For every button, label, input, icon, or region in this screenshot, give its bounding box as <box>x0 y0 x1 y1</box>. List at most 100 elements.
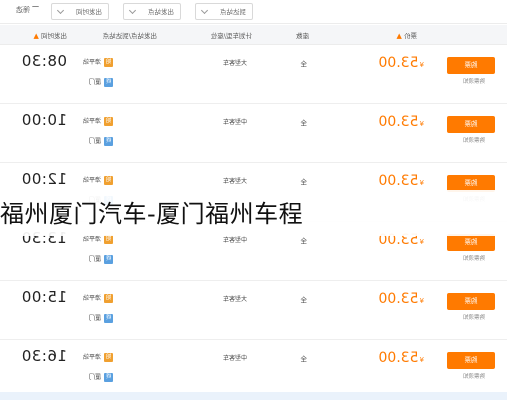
buy-ticket-button[interactable]: 购票 <box>447 293 495 310</box>
filter-icon <box>32 6 39 12</box>
table-row: 08:30 始漳平站终厦门 大型客车 全 ¥53.00 购票购票须知 <box>0 46 507 104</box>
chevron-down-icon <box>56 6 65 15</box>
departure-time: 15:00 <box>21 288 67 306</box>
start-station-icon: 始 <box>104 117 113 126</box>
ticket-price: ¥53.00 <box>378 55 424 71</box>
departure-station-label: 漳平站 <box>82 177 101 184</box>
arrival-station-label: 厦门 <box>88 79 101 86</box>
start-station-icon: 始 <box>104 235 113 244</box>
header-price-label: 票价 <box>404 32 417 40</box>
filter-arrival-station[interactable]: 到达站点 <box>195 3 253 20</box>
table-row: 15:00 始漳平站 终厦门 大型客车 全 ¥53.00 购票 购票须知 <box>0 282 507 340</box>
buy-ticket-button[interactable]: 购票 <box>447 116 495 133</box>
filter-departure-time[interactable]: 出发时间 <box>51 3 109 20</box>
bus-model: 中型客车 <box>222 355 247 362</box>
end-station-icon: 终 <box>104 314 113 323</box>
arrival-station: 终厦门 <box>89 313 113 323</box>
seat-status: 全 <box>300 355 308 363</box>
arrival-station-label: 厦门 <box>88 256 101 263</box>
start-station-icon: 始 <box>104 294 113 303</box>
table-header: 出发时间 ▲ 出发站点/到达站点 计划车型/座位 座数 票价 ▲ <box>0 25 507 45</box>
seat-status: 全 <box>300 296 308 304</box>
arrival-station-label: 厦门 <box>88 138 101 145</box>
overlay-caption: 福州厦门汽车-厦门福州车程 <box>0 190 507 236</box>
ticket-notice-link[interactable]: 购票须知 <box>463 313 485 321</box>
buy-ticket-button[interactable]: 购票 <box>447 57 495 74</box>
sort-up-icon: ▲ <box>396 32 402 40</box>
price-value: 53.00 <box>378 55 419 71</box>
departure-time: 12:00 <box>21 170 67 188</box>
end-station-icon: 终 <box>104 255 113 264</box>
arrival-station: 终厦门 <box>89 136 113 146</box>
ticket-notice-link[interactable]: 购票须知 <box>463 372 485 380</box>
sort-up-icon: ▲ <box>33 32 39 40</box>
start-station-icon: 始 <box>104 176 113 185</box>
end-station-icon: 终 <box>104 78 113 87</box>
filter-button-label: 筛选 <box>16 6 30 14</box>
bus-model: 大型客车 <box>222 296 247 303</box>
currency-symbol: ¥ <box>419 179 424 187</box>
ticket-notice-link[interactable]: 购票须知 <box>463 254 485 262</box>
table-row: 10:00 始漳平站终厦门 中型客车 全 ¥53.00 购票购票须知 <box>0 105 507 163</box>
header-departure-label: 出发时间 <box>41 32 67 40</box>
ticket-notice-link[interactable]: 购票须知 <box>463 136 485 144</box>
ticket-price: ¥53.00 <box>378 291 424 307</box>
departure-station: 始漳平站 <box>83 116 113 126</box>
table-row: 16:30 始漳平站终厦门 中型客车 全 ¥53.00 购票购票须知 <box>0 341 507 399</box>
ticket-price: ¥53.00 <box>378 114 424 130</box>
header-stations: 出发站点/到达站点 <box>102 32 157 40</box>
filter-departure-station[interactable]: 出发站点 <box>123 3 181 20</box>
filter-label: 出发站点 <box>148 8 174 16</box>
ticket-notice-link[interactable]: 购票须知 <box>463 77 485 85</box>
header-seats: 座数 <box>296 32 309 40</box>
departure-time: 10:00 <box>21 111 67 129</box>
arrival-station: 终厦门 <box>89 372 113 382</box>
price-value: 53.00 <box>378 350 419 366</box>
buy-ticket-button[interactable]: 购票 <box>447 234 495 251</box>
bottom-strip <box>0 392 507 400</box>
seat-status: 全 <box>300 178 308 186</box>
arrival-station-label: 厦门 <box>88 315 101 322</box>
chevron-down-icon <box>128 6 137 15</box>
end-station-icon: 终 <box>104 137 113 146</box>
caption-text: 福州厦门汽车-厦门福州车程 <box>0 200 304 228</box>
arrival-station-label: 厦门 <box>88 374 101 381</box>
ticket-price: ¥53.00 <box>378 173 424 189</box>
buy-ticket-button[interactable]: 购票 <box>447 352 495 369</box>
price-value: 53.00 <box>378 291 419 307</box>
departure-station: 始漳平站 <box>83 57 113 67</box>
departure-station: 始漳平站 <box>83 352 113 362</box>
filter-label: 到达站点 <box>220 8 246 16</box>
price-value: 53.00 <box>378 173 419 189</box>
chevron-down-icon <box>200 6 209 15</box>
start-station-icon: 始 <box>104 58 113 67</box>
departure-station-label: 漳平站 <box>82 118 101 125</box>
currency-symbol: ¥ <box>419 61 424 69</box>
bus-model: 大型客车 <box>222 178 247 185</box>
currency-symbol: ¥ <box>419 238 424 246</box>
bus-model: 中型客车 <box>222 237 247 244</box>
departure-station-label: 漳平站 <box>82 354 101 361</box>
departure-time: 08:30 <box>21 52 67 70</box>
seat-status: 全 <box>300 60 308 68</box>
currency-symbol: ¥ <box>419 120 424 128</box>
arrival-station: 终厦门 <box>89 77 113 87</box>
currency-symbol: ¥ <box>419 356 424 364</box>
header-price[interactable]: 票价 ▲ <box>397 30 417 40</box>
arrival-station: 终厦门 <box>89 254 113 264</box>
seat-status: 全 <box>300 119 308 127</box>
departure-station: 始漳平站 <box>83 175 113 185</box>
bus-model: 大型客车 <box>222 60 247 67</box>
departure-station-label: 漳平站 <box>82 59 101 66</box>
bus-model: 中型客车 <box>222 119 247 126</box>
end-station-icon: 终 <box>104 373 113 382</box>
departure-time: 16:30 <box>21 347 67 365</box>
filter-bar: 出发时间 出发站点 到达站点 筛选 <box>0 0 507 24</box>
header-bus-model: 计划车型/座位 <box>210 32 252 40</box>
filter-label: 出发时间 <box>76 8 102 16</box>
seat-status: 全 <box>300 237 308 245</box>
currency-symbol: ¥ <box>419 297 424 305</box>
filter-button[interactable]: 筛选 <box>16 5 39 15</box>
header-departure[interactable]: 出发时间 ▲ <box>34 30 67 40</box>
start-station-icon: 始 <box>104 353 113 362</box>
